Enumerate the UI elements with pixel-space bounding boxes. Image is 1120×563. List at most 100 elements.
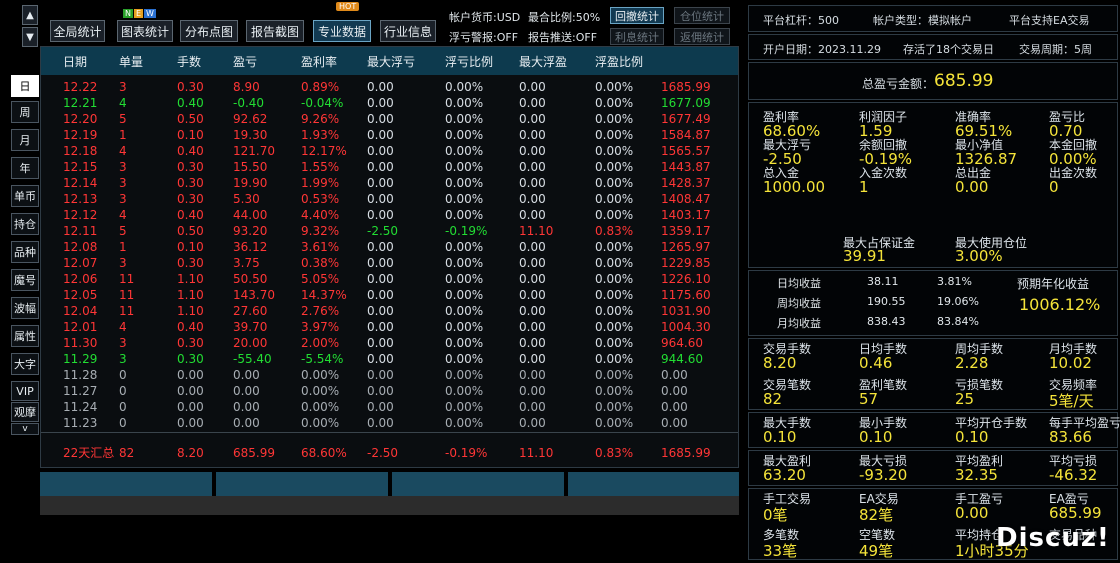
table-row[interactable]: 12.08 1 0.10 36.12 3.61% 0.00 0.00% 0.00 0.00% 12… — [41, 239, 738, 255]
side-month-button[interactable]: 月 — [11, 129, 39, 151]
table-row[interactable]: 12.07 3 0.30 3.75 0.38% 0.00 0.00% 0.00 0.00% 122… — [41, 255, 738, 271]
cell: 12.08 — [63, 240, 98, 254]
stat-value: 0.10 — [955, 428, 989, 446]
cell: 5.30 — [233, 192, 260, 206]
table-row[interactable]: 12.14 3 0.30 19.90 1.99% 0.00 0.00% 0.00 0.00% 14… — [41, 175, 738, 191]
cell: 0 — [119, 368, 127, 382]
cell: 0.83% — [595, 224, 634, 238]
cell: 1175.60 — [661, 288, 711, 302]
bottom-bar-1[interactable] — [40, 472, 212, 496]
cell: 0.00% — [445, 128, 484, 142]
side-year-button[interactable]: 年 — [11, 157, 39, 179]
table-row[interactable]: 11.28 0 0.00 0.00 0.00% 0.00 0.00% 0.00 0.00% 0.0… — [41, 367, 738, 383]
cell: 0.38% — [301, 256, 340, 270]
side-large-font-button[interactable]: 大字 — [11, 353, 39, 375]
cell: 0.00 — [367, 128, 394, 142]
side-observe-button[interactable]: 观摩 — [11, 402, 39, 422]
distribution-button[interactable]: 分布点图 — [180, 20, 238, 42]
cell: 0.00% — [595, 400, 634, 414]
table-row[interactable]: 12.12 4 0.40 44.00 4.40% 0.00 0.00% 0.00 0.00% 14… — [41, 207, 738, 223]
cell: 0.00% — [595, 128, 634, 142]
table-row[interactable]: 11.30 3 0.30 20.00 2.00% 0.00 0.00% 0.00 0.00% 96… — [41, 335, 738, 351]
cell: 12.06 — [63, 272, 98, 286]
table-row[interactable]: 12.04 11 1.10 27.60 2.76% 0.00 0.00% 0.00 0.00% 1… — [41, 303, 738, 319]
cell: 11 — [119, 288, 135, 302]
cell: 1408.47 — [661, 192, 711, 206]
table-row[interactable]: 12.13 3 0.30 5.30 0.53% 0.00 0.00% 0.00 0.00% 140… — [41, 191, 738, 207]
global-stats-button[interactable]: 全局统计 — [50, 20, 105, 42]
bottom-bar-2[interactable] — [216, 472, 388, 496]
stats-grid-1: 盈利率 68.60% 利润因子 1.59 准确率 69.51% 盈亏比 0.70 最大浮亏 -2.… — [748, 102, 1118, 268]
side-symbol-button[interactable]: 品种 — [11, 241, 39, 263]
table-row[interactable]: 12.05 11 1.10 143.70 14.37% 0.00 0.00% 0.00 0.00… — [41, 287, 738, 303]
max-position-value: 3.00% — [955, 247, 1003, 265]
table-row[interactable]: 11.23 0 0.00 0.00 0.00% 0.00 0.00% 0.00 0.00% 0.0… — [41, 415, 738, 431]
stat-value: 57 — [859, 390, 879, 408]
table-row[interactable]: 12.20 5 0.50 92.62 9.26% 0.00 0.00% 0.00 0.00% 16… — [41, 111, 738, 127]
side-single-currency-button[interactable]: 单币 — [11, 185, 39, 207]
float-loss-alert: 浮亏警报:OFF — [449, 31, 519, 44]
cell: 0.00% — [595, 112, 634, 126]
side-magic-number-button[interactable]: 魔号 — [11, 269, 39, 291]
scroll-up-button[interactable]: ▲ — [22, 5, 38, 25]
cell: 0.00 — [519, 128, 546, 142]
cell: 0.30 — [177, 80, 204, 94]
cell: 0.00% — [445, 240, 484, 254]
table-row[interactable]: 12.21 4 0.40 -0.40 -0.04% 0.00 0.00% 0.00 0.00% 1… — [41, 95, 738, 111]
cell: 0.00 — [519, 176, 546, 190]
stats-grid-3: 最大手数 0.10 最小手数 0.10 平均开仓手数 0.10 每手平均盈亏 83.66 — [748, 412, 1120, 448]
position-stats-button[interactable]: 仓位统计 — [674, 7, 730, 24]
table-row[interactable]: 11.24 0 0.00 0.00 0.00% 0.00 0.00% 0.00 0.00% 0.0… — [41, 399, 738, 415]
cell: 19.90 — [233, 176, 268, 190]
rebate-stats-button[interactable]: 返佣统计 — [674, 28, 730, 45]
cell: 11.10 — [519, 224, 554, 238]
cell: 0.00% — [445, 80, 484, 94]
cell: 1229.85 — [661, 256, 711, 270]
industry-info-button[interactable]: 行业信息 — [380, 20, 436, 42]
cell: 3 — [119, 176, 127, 190]
table-row[interactable]: 11.29 3 0.30 -55.40 -5.54% 0.00 0.00% 0.00 0.00%… — [41, 351, 738, 367]
table-row[interactable]: 12.06 11 1.10 50.50 5.05% 0.00 0.00% 0.00 0.00% 1… — [41, 271, 738, 287]
side-day-button[interactable]: 日 — [11, 75, 39, 97]
cell: 0.00 — [367, 416, 394, 430]
ea-support: 平台支持EA交易 — [1009, 14, 1090, 27]
cell: 0.30 — [177, 160, 204, 174]
cell: 0.00 — [519, 160, 546, 174]
income-amount: 838.43 — [867, 315, 906, 328]
side-week-button[interactable]: 周 — [11, 101, 39, 123]
side-amplitude-button[interactable]: 波幅 — [11, 297, 39, 319]
table-row[interactable]: 12.11 5 0.50 93.20 9.32% -2.50 -0.19% 11.10 0.83… — [41, 223, 738, 239]
open-date: 开户日期：2023.11.29 — [763, 43, 881, 56]
cell: 0.00% — [445, 320, 484, 334]
table-row[interactable]: 12.22 3 0.30 8.90 0.89% 0.00 0.00% 0.00 0.00% 168… — [41, 79, 738, 95]
cell: 0.40 — [177, 208, 204, 222]
cell: 0 — [119, 384, 127, 398]
cell: 964.60 — [661, 336, 703, 350]
bottom-bar-3[interactable] — [392, 472, 564, 496]
stat-value: 1000.00 — [763, 178, 826, 196]
cell: 1403.17 — [661, 208, 711, 222]
stat-value: 2.28 — [955, 354, 989, 372]
side-vip-button[interactable]: VIP — [11, 381, 39, 401]
table-row[interactable]: 12.01 4 0.40 39.70 3.97% 0.00 0.00% 0.00 0.00% 10… — [41, 319, 738, 335]
withdraw-stats-button[interactable]: 回撤统计 — [610, 7, 664, 24]
bottom-bar-4[interactable] — [568, 472, 739, 496]
table-row[interactable]: 12.18 4 0.40 121.70 12.17% 0.00 0.00% 0.00 0.00%… — [41, 143, 738, 159]
table-row[interactable]: 11.27 0 0.00 0.00 0.00% 0.00 0.00% 0.00 0.00% 0.0… — [41, 383, 738, 399]
report-screenshot-button[interactable]: 报告截图 — [246, 20, 304, 42]
cell: 1677.09 — [661, 96, 711, 110]
cell: 0.00% — [595, 240, 634, 254]
chart-stats-button[interactable]: 图表统计 — [117, 20, 173, 42]
income-label: 月均收益 — [777, 317, 821, 330]
cell: 0.00% — [595, 208, 634, 222]
side-attribute-button[interactable]: 属性 — [11, 325, 39, 347]
interest-stats-button[interactable]: 利息统计 — [610, 28, 664, 45]
table-row[interactable]: 12.19 1 0.10 19.30 1.93% 0.00 0.00% 0.00 0.00% 15… — [41, 127, 738, 143]
cell: 11 — [119, 304, 135, 318]
table-row[interactable]: 12.15 3 0.30 15.50 1.55% 0.00 0.00% 0.00 0.00% 14… — [41, 159, 738, 175]
cell: 12.07 — [63, 256, 98, 270]
side-holding-button[interactable]: 持仓 — [11, 213, 39, 235]
pro-data-button[interactable]: 专业数据 — [313, 20, 371, 42]
side-more-button[interactable]: v — [11, 423, 39, 435]
scroll-down-button[interactable]: ▼ — [22, 27, 38, 47]
